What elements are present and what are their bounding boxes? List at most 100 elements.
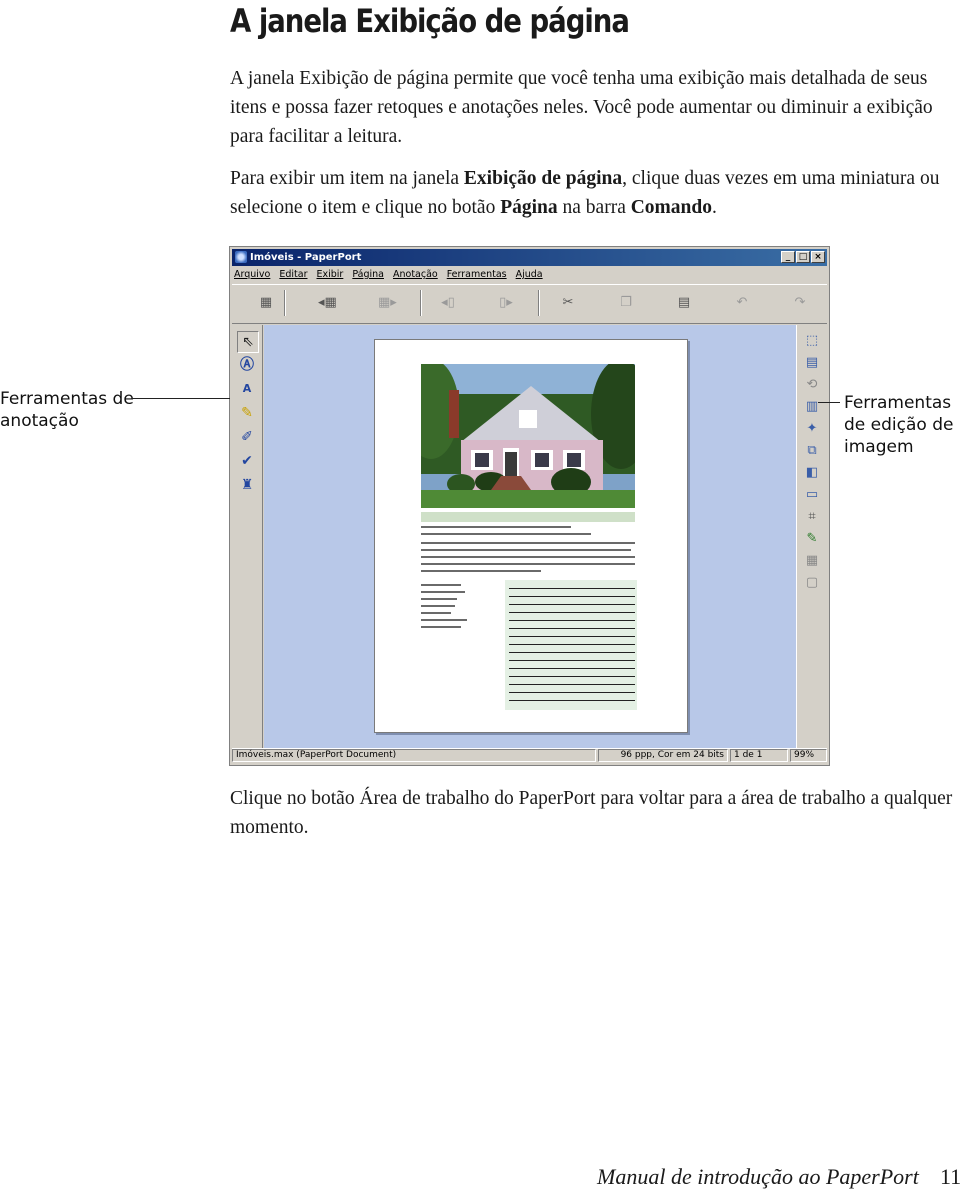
straighten-icon[interactable]: ◧ <box>802 463 822 483</box>
table-rule <box>509 652 635 653</box>
window-title: Imóveis - PaperPort <box>250 252 362 263</box>
table-rule <box>509 636 635 637</box>
table-rule <box>509 676 635 677</box>
redo-icon[interactable]: ↷ <box>792 295 808 311</box>
table-rule <box>509 588 635 589</box>
command-toolbar: ▦ ◂▦ ▦▸ ◂▯ ▯▸ ✂ ❐ ▤ ↶ ↷ <box>232 284 827 324</box>
instruction-text-4: . <box>712 197 717 218</box>
listing-text-line <box>421 542 635 544</box>
thumbnail-view-icon[interactable]: ▦ <box>258 295 274 311</box>
instruction-bold-2: Página <box>500 197 558 218</box>
table-rule <box>509 684 635 685</box>
scale-icon[interactable]: ▭ <box>802 485 822 505</box>
zoom-icon[interactable]: ⧉ <box>802 441 822 461</box>
fit-width-icon[interactable]: ▥ <box>802 397 822 417</box>
listing-text-line <box>421 612 451 614</box>
listing-text-line <box>421 598 457 600</box>
toolbar-separator <box>538 290 540 316</box>
listing-text-line <box>421 526 571 528</box>
instruction-paragraph: Para exibir um item na janela Exibição d… <box>230 164 960 222</box>
menu-pagina[interactable]: Página <box>352 267 384 283</box>
annotation-tools-callout: Ferramentas de anotação <box>0 388 134 432</box>
enhance-icon[interactable]: ✦ <box>802 419 822 439</box>
minimize-button[interactable]: _ <box>781 251 795 263</box>
listing-text-line <box>421 584 461 586</box>
color-icon[interactable]: ✎ <box>802 529 822 549</box>
page-title: A janela Exibição de página <box>230 2 630 40</box>
table-rule <box>509 692 635 693</box>
table-rule <box>509 604 635 605</box>
status-bar: Imóveis.max (PaperPort Document) 96 ppp,… <box>232 748 827 763</box>
listing-text-line <box>421 591 465 593</box>
menu-anotacao[interactable]: Anotação <box>393 267 438 283</box>
table-rule <box>509 612 635 613</box>
window-controls: _ □ × <box>781 251 825 263</box>
status-file: Imóveis.max (PaperPort Document) <box>232 749 596 762</box>
listing-text-line <box>421 556 635 558</box>
checkmark-icon[interactable]: ✔ <box>237 451 257 471</box>
pointer-icon[interactable]: ⇖ <box>237 331 259 353</box>
table-rule <box>509 644 635 645</box>
callout-line: Ferramentas de <box>0 389 134 409</box>
property-details-table <box>505 580 637 710</box>
footer-title: Manual de introdução ao PaperPort <box>597 1164 919 1189</box>
instruction-bold-3: Comando <box>630 197 712 218</box>
copy-icon[interactable]: ❐ <box>618 295 634 311</box>
instruction-bold-1: Exibição de página <box>463 168 623 189</box>
listing-text-line <box>421 570 541 572</box>
callout-line: anotação <box>0 411 79 431</box>
cut-icon[interactable]: ✂ <box>560 295 576 311</box>
table-rule <box>509 660 635 661</box>
next-page-icon[interactable]: ▦▸ <box>378 295 397 311</box>
page-view-area[interactable] <box>264 325 796 749</box>
close-button[interactable]: × <box>811 251 825 263</box>
house-illustration <box>421 364 635 508</box>
fit-page-icon[interactable]: ▤ <box>802 353 822 373</box>
intro-paragraph: A janela Exibição de página permite que … <box>230 68 933 147</box>
grid-icon[interactable]: ▦ <box>802 551 822 571</box>
maximize-button[interactable]: □ <box>796 251 810 263</box>
callout-line: Ferramentas <box>844 393 952 413</box>
annotation-tools-bar: ⇖ Ⓐ A ✎ ✐ ✔ ♜ <box>232 325 263 749</box>
table-rule <box>509 596 635 597</box>
status-resolution: 96 ppp, Cor em 24 bits <box>598 749 728 762</box>
menu-arquivo[interactable]: Arquivo <box>234 267 270 283</box>
paste-icon[interactable]: ▤ <box>676 295 692 311</box>
freehand-pen-icon[interactable]: ✐ <box>237 427 257 447</box>
menu-exibir[interactable]: Exibir <box>317 267 344 283</box>
instruction-text-1: Para exibir um item na janela <box>230 168 464 189</box>
stamp-icon[interactable]: ♜ <box>237 475 257 495</box>
document-page <box>374 339 688 733</box>
crop-icon[interactable]: ⌗ <box>802 507 822 527</box>
page-forward-icon[interactable]: ▯▸ <box>498 295 514 311</box>
undo-icon[interactable]: ↶ <box>734 295 750 311</box>
menu-bar: Arquivo Editar Exibir Página Anotação Fe… <box>234 267 543 283</box>
page-back-icon[interactable]: ◂▯ <box>440 295 456 311</box>
previous-page-icon[interactable]: ◂▦ <box>318 295 337 311</box>
menu-ajuda[interactable]: Ajuda <box>516 267 543 283</box>
menu-ferramentas[interactable]: Ferramentas <box>447 267 507 283</box>
page-layout-icon[interactable]: ▢ <box>802 573 822 593</box>
status-zoom: 99% <box>790 749 827 762</box>
annotation-callout-leader <box>132 398 230 399</box>
toolbar-separator <box>284 290 286 316</box>
highlighter-icon[interactable]: ✎ <box>237 403 257 423</box>
table-rule <box>509 668 635 669</box>
select-area-icon[interactable]: ⬚ <box>802 331 822 351</box>
app-icon <box>235 251 247 263</box>
text-icon[interactable]: A <box>237 379 257 399</box>
listing-text-line <box>421 533 591 535</box>
callout-line: de edição de <box>844 415 954 435</box>
house-photo <box>421 364 635 508</box>
menu-editar[interactable]: Editar <box>279 267 307 283</box>
listing-text-line <box>421 626 461 628</box>
image-tools-bar: ⬚ ▤ ⟲ ▥ ✦ ⧉ ◧ ▭ ⌗ ✎ ▦ ▢ <box>796 325 827 749</box>
rotate-icon[interactable]: ⟲ <box>802 375 822 395</box>
table-rule <box>509 620 635 621</box>
image-tools-callout: Ferramentas de edição de imagem <box>844 392 953 458</box>
window-titlebar: Imóveis - PaperPort _ □ × <box>232 249 827 266</box>
note-icon[interactable]: Ⓐ <box>237 355 257 375</box>
table-rule <box>509 628 635 629</box>
closing-paragraph: Clique no botão Área de trabalho do Pape… <box>230 788 953 838</box>
toolbar-separator <box>420 290 422 316</box>
